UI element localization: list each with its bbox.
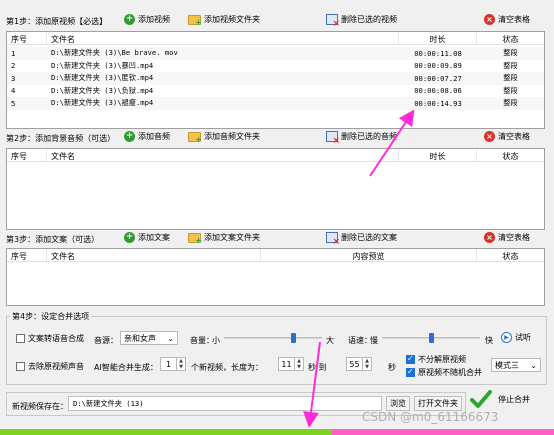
annotation-arrow-down [303,341,321,428]
annotation-arrow-up [369,109,415,177]
annotation-arrows [303,109,415,428]
